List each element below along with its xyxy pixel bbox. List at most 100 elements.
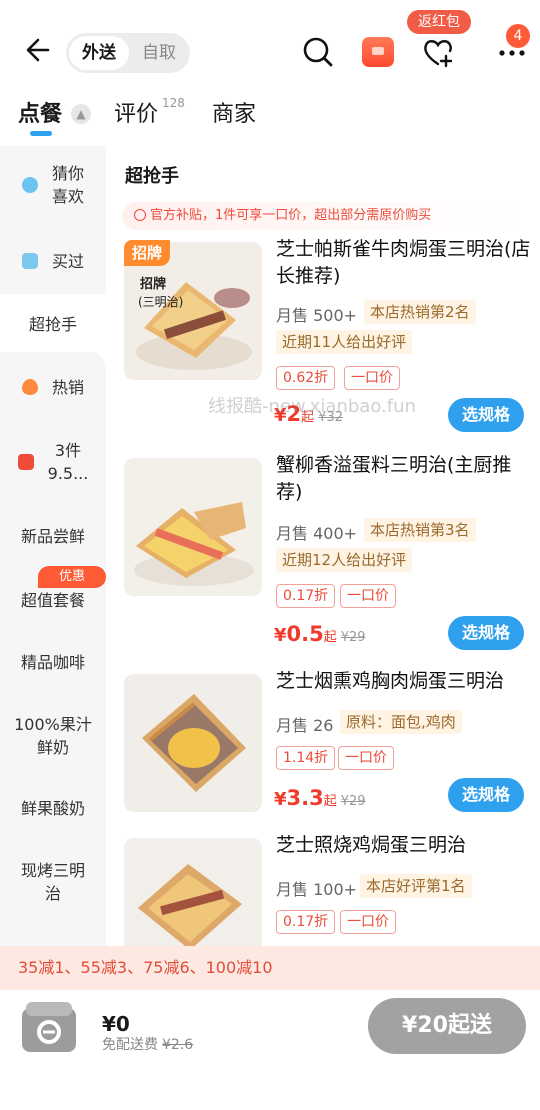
svg-text:(三明治): (三明治) bbox=[138, 295, 183, 309]
product-title: 芝士帕斯雀牛肉焗蛋三明治(店长推荐) bbox=[276, 238, 531, 287]
sidebar-item-label: 精品咖啡 bbox=[20, 652, 85, 672]
original-price: ¥29 bbox=[340, 794, 366, 809]
sidebar-item-bought[interactable]: 买过 bbox=[0, 228, 106, 294]
price-value: 0.5 bbox=[286, 622, 324, 646]
sandwich-image bbox=[124, 458, 262, 596]
price-value: 3.3 bbox=[286, 786, 324, 810]
sidebar-item-sandwich[interactable]: 现烤三明 治 bbox=[0, 842, 106, 922]
shopping-bag-icon[interactable] bbox=[18, 998, 80, 1054]
mode-pickup[interactable]: 自取 bbox=[129, 36, 189, 70]
sidebar-item-label: 热销 bbox=[51, 377, 84, 397]
reviews-count: 128 bbox=[162, 96, 185, 110]
sidebar-item-label: 新品尝鲜 bbox=[20, 526, 85, 546]
back-arrow-icon[interactable] bbox=[22, 36, 50, 64]
original-price: ¥29 bbox=[340, 630, 366, 645]
collapse-up-icon[interactable]: ▲ bbox=[71, 104, 91, 124]
svg-text:招牌: 招牌 bbox=[140, 276, 166, 292]
sidebar-item-hot-pick[interactable]: 超抢手 bbox=[0, 294, 106, 354]
favorite-heart-icon[interactable] bbox=[420, 34, 456, 70]
tab-reviews[interactable]: 评价 bbox=[114, 96, 158, 128]
price-suffix: 起 bbox=[323, 794, 337, 809]
store-page: 外送 自取 返红包 4 点餐 ▲ 评价 128 商家 猜你 喜欢 买过 超抢手 … bbox=[0, 0, 540, 1110]
discount-tag: 0.62折 bbox=[276, 366, 336, 390]
sandwich-image bbox=[124, 838, 262, 946]
active-tab-indicator bbox=[30, 131, 52, 136]
watermark-text: 线报酷-new.xianbao.fun bbox=[208, 396, 416, 417]
sidebar-item-label: 超抢手 bbox=[28, 314, 77, 334]
blue-badge-icon bbox=[21, 177, 38, 193]
select-spec-button[interactable]: 选规格 bbox=[448, 778, 524, 812]
sidebar-item-guess[interactable]: 猜你 喜欢 bbox=[0, 146, 106, 224]
discount-icon bbox=[17, 454, 34, 470]
sidebar-item-label: 3件 9.5... bbox=[47, 441, 89, 483]
product-title: 蟹柳香溢蛋料三明治(主厨推荐) bbox=[276, 454, 512, 503]
delivery-mode-toggle[interactable]: 外送 自取 bbox=[66, 33, 190, 73]
sidebar-item-label: 超值套餐 bbox=[20, 590, 85, 610]
ingredient-tag: 原料：面包,鸡肉 bbox=[340, 710, 462, 734]
cart-bar: ¥0 免配送费 ¥2.6 ¥20起送 bbox=[0, 990, 540, 1110]
monthly-sales: 月售 100+ bbox=[276, 880, 358, 899]
price: ¥0.5起 ¥29 bbox=[274, 622, 366, 646]
review-tag: 近期12人给出好评 bbox=[276, 548, 413, 572]
rank-tag: 本店热销第2名 bbox=[364, 300, 476, 324]
currency: ¥ bbox=[274, 625, 287, 646]
sidebar-item-coffee[interactable]: 精品咖啡 bbox=[0, 632, 106, 692]
sidebar-item-label: 100%果汁 鲜奶 bbox=[14, 715, 92, 757]
monthly-sales: 月售 500+ bbox=[276, 306, 358, 325]
sidebar-item-label: 鲜果酸奶 bbox=[20, 798, 85, 818]
red-envelope-icon[interactable] bbox=[362, 37, 394, 67]
signature-badge: 招牌 bbox=[124, 240, 170, 266]
top-bar: 外送 自取 返红包 4 bbox=[0, 0, 540, 90]
tab-order[interactable]: 点餐 bbox=[18, 96, 62, 128]
sidebar-item-label: 猜你 喜欢 bbox=[51, 164, 84, 206]
discount-tag: 1.14折 bbox=[276, 746, 336, 770]
product-title: 芝士烟熏鸡胸肉焗蛋三明治 bbox=[276, 670, 505, 692]
sidebar-item-label: 买过 bbox=[51, 251, 84, 271]
discount-tag: 0.17折 bbox=[276, 584, 336, 608]
cart-total: ¥0 bbox=[102, 1012, 130, 1036]
product-list: 超抢手 官方补贴，1件可享一口价，超出部分需原价购买 招牌 (三明治) 招牌 芝… bbox=[106, 146, 540, 946]
mode-delivery[interactable]: 外送 bbox=[69, 36, 129, 70]
section-title: 超抢手 bbox=[125, 166, 179, 187]
shipping-label: 免配送费 bbox=[102, 1037, 158, 1053]
one-price-tag: 一口价 bbox=[340, 910, 396, 934]
sidebar-item-new[interactable]: 新品尝鲜 bbox=[0, 506, 106, 566]
rank-tag: 本店好评第1名 bbox=[360, 874, 472, 898]
sidebar-item-3-for-95[interactable]: 3件 9.5... bbox=[0, 422, 106, 502]
one-price-tag: 一口价 bbox=[338, 746, 394, 770]
shipping-fee: 免配送费 ¥2.6 bbox=[102, 1034, 193, 1054]
red-envelope-badge: 返红包 bbox=[407, 10, 471, 34]
checkout-button[interactable]: ¥20起送 bbox=[368, 998, 526, 1054]
tab-merchant[interactable]: 商家 bbox=[212, 96, 256, 128]
discount-tag: 0.17折 bbox=[276, 910, 336, 934]
notification-count-badge: 4 bbox=[506, 24, 530, 48]
currency: ¥ bbox=[274, 789, 287, 810]
product-image[interactable] bbox=[124, 458, 262, 596]
select-spec-button[interactable]: 选规格 bbox=[448, 616, 524, 650]
bag-icon bbox=[21, 253, 38, 269]
one-price-tag: 一口价 bbox=[340, 584, 396, 608]
product-image[interactable] bbox=[124, 838, 262, 946]
search-icon[interactable] bbox=[300, 34, 336, 70]
rank-tag: 本店热销第3名 bbox=[364, 518, 476, 542]
monthly-sales: 月售 400+ bbox=[276, 524, 358, 543]
flame-icon bbox=[21, 379, 38, 395]
price: ¥3.3起 ¥29 bbox=[274, 786, 366, 810]
sidebar-item-juice[interactable]: 100%果汁 鲜奶 bbox=[0, 696, 106, 776]
select-spec-button[interactable]: 选规格 bbox=[448, 398, 524, 432]
category-sidebar: 猜你 喜欢 买过 超抢手 热销 3件 9.5... 新品尝鲜 超值套餐 精品咖啡 bbox=[0, 146, 106, 946]
store-tabs: 点餐 ▲ 评价 128 商家 bbox=[0, 90, 540, 138]
monthly-sales: 月售 26 bbox=[276, 716, 334, 735]
one-price-tag: 一口价 bbox=[344, 366, 400, 390]
sidebar-item-bestseller[interactable]: 热销 bbox=[0, 358, 106, 416]
sidebar-item-yogurt[interactable]: 鲜果酸奶 bbox=[0, 778, 106, 838]
notice-text: 官方补贴，1件可享一口价，超出部分需原价购买 bbox=[150, 208, 432, 223]
product-title: 芝士照烧鸡焗蛋三明治 bbox=[276, 834, 467, 856]
product-image[interactable] bbox=[124, 674, 262, 812]
combo-discount-badge: 优惠 bbox=[38, 566, 106, 588]
shipping-original-fee: ¥2.6 bbox=[162, 1037, 194, 1053]
subsidy-notice: 官方补贴，1件可享一口价，超出部分需原价购买 bbox=[122, 202, 524, 230]
discount-promo-bar[interactable]: 35减1、55减3、75减6、100减10 bbox=[0, 946, 540, 990]
sandwich-image bbox=[124, 674, 262, 812]
sidebar-item-label: 现烤三明 治 bbox=[20, 861, 85, 903]
